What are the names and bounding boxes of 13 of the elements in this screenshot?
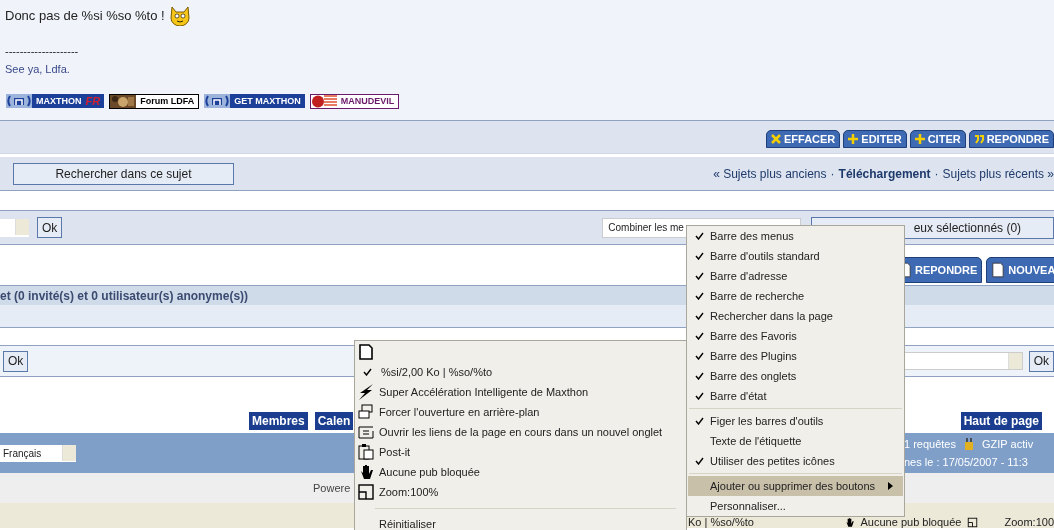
post-text: Donc pas de %si %so %to !	[5, 7, 165, 26]
current-topic: Téléchargement	[838, 165, 931, 183]
status-ads: Aucune pub bloquée	[860, 517, 962, 528]
status-zoom: Zoom:100	[1004, 517, 1054, 528]
signature-text: See ya, Ldfa.	[5, 62, 71, 77]
gzip-status: GZIP activ	[982, 436, 1034, 452]
powered-by-text: Powere	[313, 480, 351, 496]
last-visit-date: nes le : 17/05/2007 - 11:3	[904, 455, 1029, 470]
signature-rule: --------------------	[5, 46, 80, 57]
request-count: 1 requêtes	[904, 436, 956, 452]
status-traffic: Ko | %so/%to	[688, 517, 755, 528]
nav-separator: ·	[934, 165, 939, 183]
nav-separator: ·	[830, 165, 835, 183]
